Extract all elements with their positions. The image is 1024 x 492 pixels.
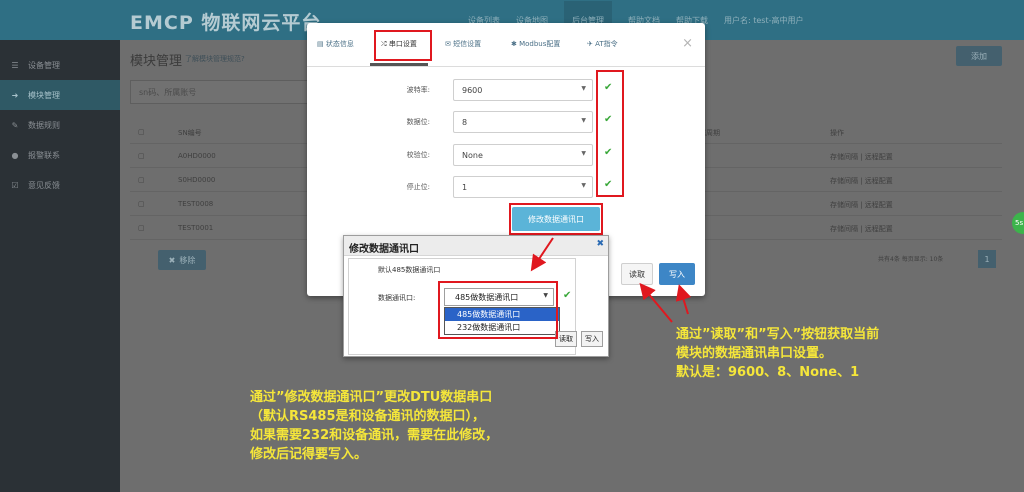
annotation-arrows xyxy=(530,237,692,323)
arrow-to-write xyxy=(675,284,692,315)
annotation-modify-port: 通过”修改数据通讯口”更改DTU数据串口 （默认RS485是和设备通讯的数据口）… xyxy=(250,390,499,462)
annotation-read-write: 通过”读取”和”写入”按钮获取当前 模块的数据通讯串口设置。 默认是：9600、… xyxy=(676,327,880,380)
arrow-to-dialog xyxy=(530,237,554,272)
arrow-to-read xyxy=(639,282,673,323)
